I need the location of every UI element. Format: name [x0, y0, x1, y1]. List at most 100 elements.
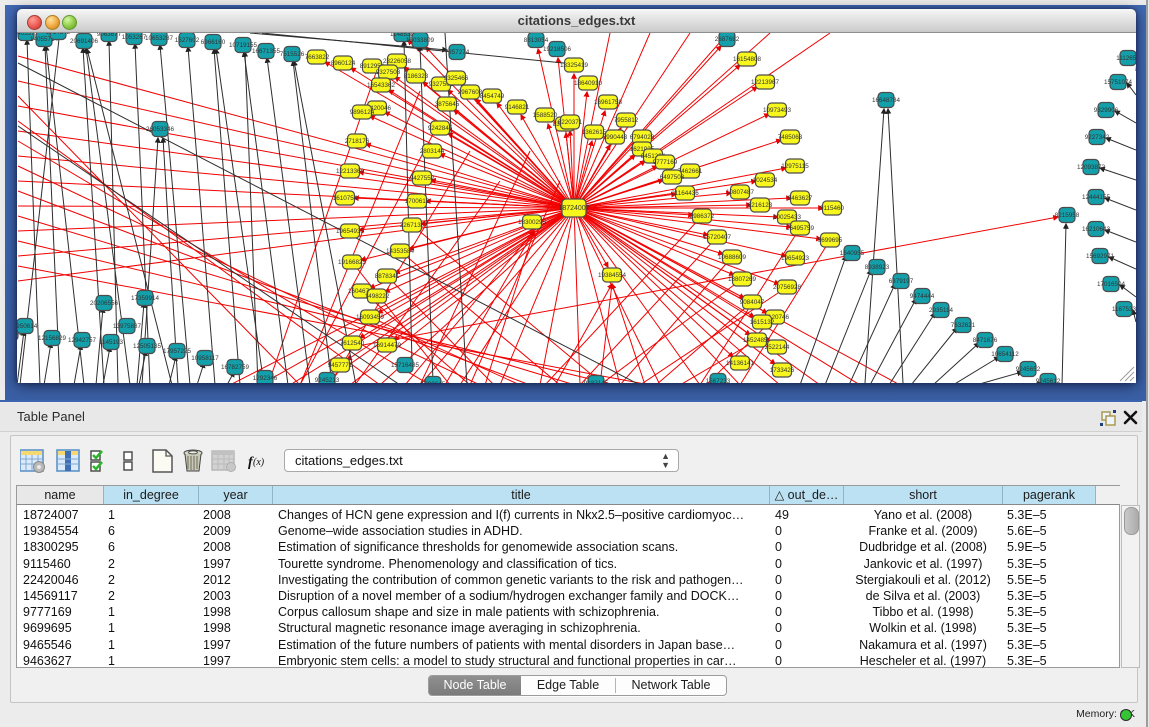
svg-text:2522144: 2522144 [765, 344, 790, 351]
svg-text:12093872: 12093872 [1077, 164, 1106, 171]
svg-text:8215958: 8215958 [1055, 212, 1080, 219]
svg-text:12156829: 12156829 [38, 335, 67, 342]
svg-text:19654935: 19654935 [336, 228, 365, 235]
svg-text:23226058: 23226058 [383, 58, 412, 65]
svg-text:3950614: 3950614 [17, 323, 38, 330]
svg-text:1498222: 1498222 [365, 293, 390, 300]
svg-text:15720407: 15720407 [703, 234, 732, 241]
svg-text:3267130: 3267130 [400, 222, 425, 229]
svg-text:8938923: 8938923 [865, 264, 890, 271]
svg-text:8990443: 8990443 [603, 134, 628, 141]
svg-text:9084047: 9084047 [740, 299, 765, 306]
svg-text:15692971: 15692971 [1086, 253, 1115, 260]
svg-text:1567233: 1567233 [706, 378, 731, 383]
svg-text:6497503: 6497503 [660, 174, 685, 181]
svg-text:9063677: 9063677 [97, 33, 122, 38]
svg-text:10688609: 10688609 [718, 254, 747, 261]
svg-text:2935114: 2935114 [929, 307, 954, 314]
svg-text:1615132: 1615132 [750, 319, 775, 326]
svg-text:18640910: 18640910 [574, 80, 603, 87]
svg-text:16033809: 16033809 [406, 37, 435, 44]
svg-text:7357274: 7357274 [445, 49, 470, 56]
svg-text:18300295: 18300295 [518, 219, 547, 226]
svg-text:6794028: 6794028 [630, 134, 655, 141]
svg-text:17359914: 17359914 [131, 295, 160, 302]
svg-text:19218506: 19218506 [543, 46, 572, 53]
svg-text:1700612: 1700612 [405, 198, 430, 205]
svg-text:9146821: 9146821 [505, 104, 530, 111]
svg-text:14353584: 14353584 [386, 248, 415, 255]
svg-text:1112654: 1112654 [1116, 55, 1136, 62]
svg-text:8186323: 8186323 [404, 73, 429, 80]
svg-text:10653287: 10653287 [145, 35, 174, 42]
svg-text:9896124: 9896124 [350, 109, 375, 116]
svg-text:9242845: 9242845 [428, 125, 453, 132]
svg-text:8960124: 8960124 [331, 60, 356, 67]
svg-text:19654923: 19654923 [781, 255, 810, 262]
svg-text:26053346: 26053346 [146, 126, 175, 133]
svg-text:12213967: 12213967 [751, 79, 780, 86]
svg-text:2986372: 2986372 [690, 213, 715, 220]
svg-text:1145193: 1145193 [99, 339, 124, 346]
svg-text:10973493: 10973493 [763, 107, 792, 114]
svg-text:1167533: 1167533 [1112, 306, 1136, 313]
svg-text:17016504: 17016504 [1097, 281, 1126, 288]
svg-text:12975115: 12975115 [781, 163, 809, 170]
svg-text:8813054: 8813054 [524, 37, 549, 44]
svg-text:1527602: 1527602 [175, 37, 200, 44]
svg-text:10025433: 10025433 [773, 214, 802, 221]
svg-text:7515526: 7515526 [280, 51, 305, 58]
svg-text:16154808: 16154808 [733, 56, 762, 63]
svg-text:16671355: 16671355 [252, 48, 281, 55]
svg-text:6966160: 6966160 [201, 39, 226, 46]
svg-text:16543362: 16543362 [367, 82, 396, 89]
svg-text:9327503: 9327503 [376, 69, 401, 76]
svg-text:16782759: 16782759 [221, 364, 250, 371]
svg-text:1733426: 1733426 [770, 367, 795, 374]
svg-text:3875645: 3875645 [435, 101, 460, 108]
svg-text:2718176: 2718176 [345, 138, 370, 145]
svg-text:10958117: 10958117 [191, 355, 219, 362]
svg-text:7612540: 7612540 [340, 340, 365, 347]
svg-text:7632621: 7632621 [951, 322, 976, 329]
svg-text:1024534: 1024534 [753, 177, 778, 184]
svg-text:9227342: 9227342 [1085, 134, 1110, 141]
svg-text:9463627: 9463627 [788, 195, 813, 202]
svg-text:8878341: 8878341 [375, 273, 400, 280]
svg-text:9182145: 9182145 [584, 380, 609, 383]
svg-text:17957225: 17957225 [163, 348, 192, 355]
svg-text:2687682: 2687682 [715, 36, 740, 43]
svg-text:18807269: 18807269 [728, 276, 757, 283]
svg-text:20756928: 20756928 [773, 284, 802, 291]
svg-text:15751074: 15751074 [1104, 79, 1133, 86]
svg-text:16648784: 16648784 [872, 97, 901, 104]
svg-text:16914479: 16914479 [373, 342, 402, 349]
svg-text:10654112: 10654112 [991, 351, 1019, 358]
svg-text:20206556: 20206556 [90, 300, 119, 307]
svg-text:16961758: 16961758 [594, 99, 623, 106]
svg-text:1292645: 1292645 [421, 381, 446, 383]
svg-text:2803144: 2803144 [420, 148, 445, 155]
svg-text:9245652: 9245652 [1016, 366, 1041, 373]
svg-text:19166825: 19166825 [338, 259, 367, 266]
svg-text:12505135: 12505135 [133, 343, 162, 350]
svg-text:(x): (x) [253, 457, 265, 468]
svg-text:9115460: 9115460 [820, 205, 845, 212]
svg-text:1640955: 1640955 [840, 250, 865, 257]
svg-text:8220371: 8220371 [558, 119, 583, 126]
svg-text:6216123: 6216123 [748, 202, 773, 209]
svg-text:12444155: 12444155 [1082, 194, 1111, 201]
svg-text:9245213: 9245213 [315, 377, 340, 383]
svg-text:9427552: 9427552 [410, 175, 435, 182]
svg-text:9245612: 9245612 [1036, 378, 1061, 383]
svg-text:6379197: 6379197 [889, 278, 914, 285]
svg-text:12213369: 12213369 [336, 168, 365, 175]
svg-text:9699695: 9699695 [818, 237, 843, 244]
svg-text:9777169: 9777169 [653, 159, 678, 166]
svg-text:9329906: 9329906 [1094, 107, 1119, 114]
svg-text:18724007: 18724007 [558, 205, 589, 212]
svg-text:7485063: 7485063 [778, 134, 803, 141]
svg-text:13325419: 13325419 [560, 62, 589, 69]
svg-text:9474444: 9474444 [910, 293, 935, 300]
svg-text:1588520: 1588520 [533, 112, 558, 119]
